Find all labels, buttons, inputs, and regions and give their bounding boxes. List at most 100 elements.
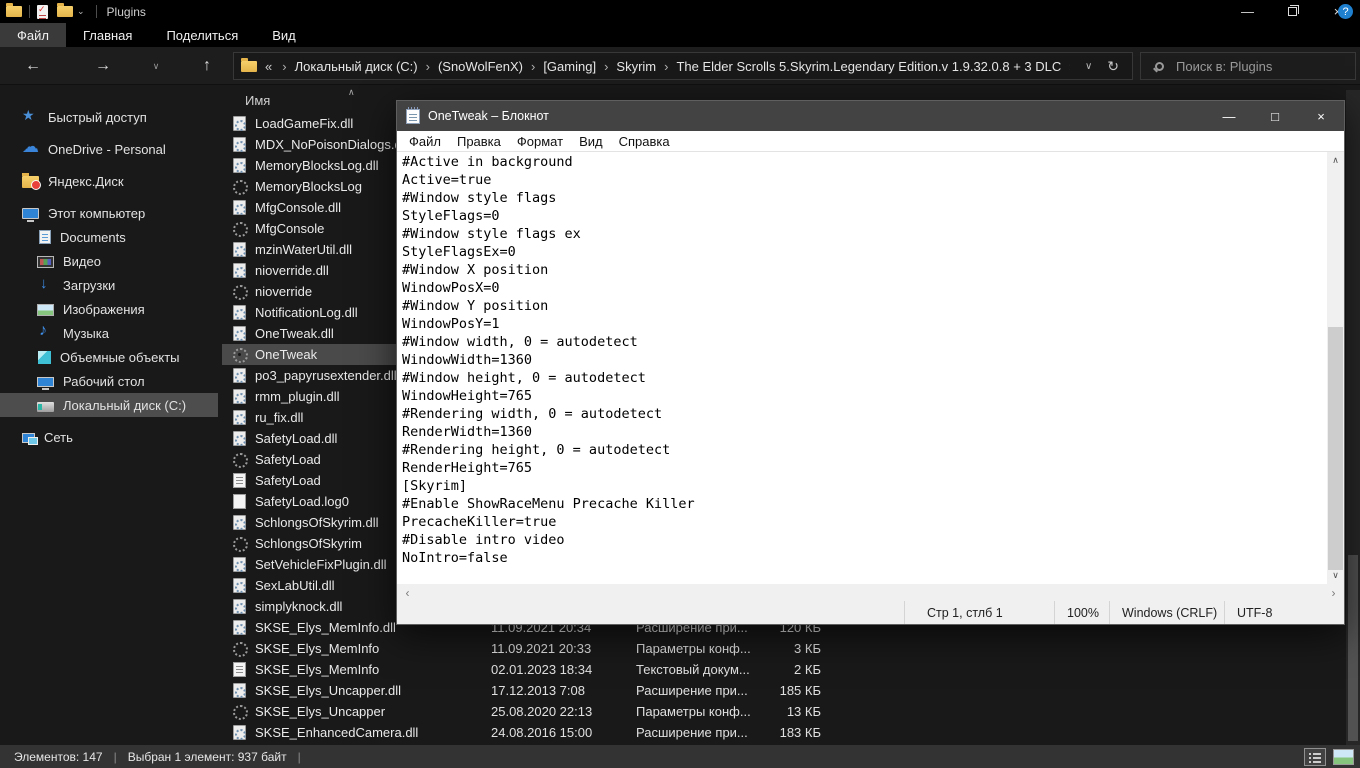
quick-access-new-folder-icon[interactable] [57, 6, 73, 17]
up-button[interactable]: ↑ [192, 47, 222, 85]
notepad-menu-item[interactable]: Правка [449, 134, 509, 149]
config-icon [233, 452, 246, 467]
column-header-name[interactable]: Имя [245, 93, 270, 108]
quick-access-dropdown-icon[interactable]: ⌄ [77, 6, 85, 17]
back-button[interactable]: ← [18, 47, 48, 85]
breadcrumb-segment[interactable]: ›(SnoWolFenX) [418, 59, 523, 74]
sidebar-item[interactable]: Видео [0, 249, 218, 273]
quick-access-properties-icon[interactable] [37, 5, 48, 19]
notepad-vertical-scrollbar[interactable]: ∧ ∨ [1327, 152, 1344, 584]
sidebar-item[interactable]: Изображения [0, 297, 218, 321]
sidebar-item-label: Изображения [63, 302, 145, 317]
explorer-window-title: Plugins [107, 5, 146, 19]
sidebar-item[interactable]: Музыка [0, 321, 218, 345]
file-row[interactable]: SKSE_EnhancedCamera.dll 24.08.2016 15:00… [222, 722, 834, 743]
notepad-window-title: OneTweak – Блокнот [428, 109, 549, 123]
scroll-up-icon[interactable]: ∧ [1327, 152, 1344, 169]
explorer-minimize-button[interactable]: — [1225, 0, 1270, 23]
help-icon[interactable]: ? [1338, 4, 1353, 19]
notepad-text-line: #Rendering width, 0 = autodetect [402, 405, 1327, 423]
address-dropdown-icon[interactable]: ∨ [1070, 61, 1107, 72]
video-icon [37, 256, 54, 268]
dll-icon [233, 431, 246, 446]
search-input[interactable]: Поиск в: Plugins [1140, 52, 1356, 80]
recent-locations-dropdown-icon[interactable]: ∨ [146, 47, 166, 85]
breadcrumb-segment[interactable]: ›Data [1061, 59, 1070, 74]
titlebar-separator [96, 5, 97, 18]
scroll-left-icon[interactable]: ‹ [399, 584, 416, 601]
ribbon-tab[interactable]: Файл [0, 23, 66, 47]
config-icon [233, 347, 246, 362]
forward-button[interactable]: → [88, 47, 118, 85]
notepad-minimize-button[interactable]: — [1206, 101, 1252, 131]
breadcrumb-segment[interactable]: ›[Gaming] [523, 59, 596, 74]
ribbon-tab[interactable]: Вид [255, 23, 313, 47]
sidebar-item[interactable]: Загрузки [0, 273, 218, 297]
sidebar-item[interactable]: Локальный диск (C:) [0, 393, 218, 417]
file-name: MfgConsole.dll [255, 200, 341, 215]
breadcrumb-segment[interactable]: ›Локальный диск (C:) [274, 59, 417, 74]
sort-ascending-icon[interactable]: ∧ [348, 87, 355, 98]
notepad-text-area[interactable]: #Active in background Active=true #Windo… [397, 152, 1327, 584]
titlebar-separator [29, 5, 30, 18]
sidebar-item-label: Видео [63, 254, 101, 269]
sidebar-item[interactable]: Объемные объекты [0, 345, 218, 369]
explorer-restore-button[interactable] [1270, 0, 1315, 23]
notepad-horizontal-scrollbar[interactable]: ‹ › [397, 584, 1344, 601]
sidebar-item-label: Яндекс.Диск [48, 174, 124, 189]
sidebar-item-label: Локальный диск (C:) [63, 398, 186, 413]
thumbnails-view-icon[interactable] [1333, 749, 1354, 765]
breadcrumb-overflow-indicator[interactable]: « [265, 59, 272, 74]
scroll-right-icon[interactable]: › [1325, 584, 1342, 601]
file-name: MDX_NoPoisonDialogs.dll [255, 137, 407, 152]
dll-icon [233, 683, 246, 698]
file-row[interactable]: SKSE_Elys_MemInfo 11.09.2021 20:33 Парам… [222, 638, 834, 659]
explorer-scrollbar-thumb[interactable] [1348, 555, 1358, 741]
notepad-titlebar[interactable]: OneTweak – Блокнот — □ × [397, 101, 1344, 131]
sidebar-item[interactable]: OneDrive - Personal [0, 137, 218, 161]
desktop-icon [37, 377, 54, 387]
file-name: simplyknock.dll [255, 599, 342, 614]
file-name: OneTweak [255, 347, 317, 362]
sidebar-item[interactable]: Documents [0, 225, 218, 249]
notepad-maximize-button[interactable]: □ [1252, 101, 1298, 131]
details-view-icon[interactable] [1304, 748, 1326, 766]
file-row[interactable]: SKSE_Elys_Uncapper.dll 17.12.2013 7:08 Р… [222, 680, 834, 701]
address-bar[interactable]: « ›Локальный диск (C:) ›(SnoWolFenX) ›[G… [233, 52, 1133, 80]
music-icon [37, 325, 54, 341]
file-name: MemoryBlocksLog.dll [255, 158, 379, 173]
file-name: NotificationLog.dll [255, 305, 358, 320]
sidebar-item[interactable]: Быстрый доступ [0, 105, 218, 129]
sidebar-item[interactable]: Этот компьютер [0, 201, 218, 225]
notepad-text-line: #Window style flags ex [402, 225, 1327, 243]
file-row[interactable]: SKSE_Elys_MemInfo 02.01.2023 18:34 Текст… [222, 659, 834, 680]
breadcrumb-segment[interactable]: ›The Elder Scrolls 5.Skyrim.Legendary Ed… [656, 59, 1061, 74]
sidebar-item[interactable]: Яндекс.Диск [0, 169, 218, 193]
ribbon-tab[interactable]: Главная [66, 23, 149, 47]
file-name: SetVehicleFixPlugin.dll [255, 557, 387, 572]
refresh-icon[interactable]: ↻ [1107, 58, 1132, 75]
notepad-menu-item[interactable]: Формат [509, 134, 571, 149]
file-row[interactable]: SKSE_Elys_Uncapper 25.08.2020 22:13 Пара… [222, 701, 834, 722]
notepad-text-line: RenderWidth=1360 [402, 423, 1327, 441]
sidebar-item[interactable]: Рабочий стол [0, 369, 218, 393]
notepad-scrollbar-thumb[interactable] [1328, 327, 1343, 570]
notepad-menu-item[interactable]: Файл [401, 134, 449, 149]
chevron-right-icon: › [656, 59, 676, 74]
notepad-menu-item[interactable]: Справка [611, 134, 678, 149]
chevron-right-icon: › [274, 59, 294, 74]
dll-icon [233, 620, 246, 635]
sidebar-item-label: Быстрый доступ [48, 110, 147, 125]
scroll-down-icon[interactable]: ∨ [1327, 567, 1344, 584]
explorer-scrollbar[interactable] [1346, 90, 1360, 745]
file-name: SKSE_Elys_Uncapper.dll [255, 683, 401, 698]
file-name: SKSE_Elys_Uncapper [255, 704, 385, 719]
dll-icon [233, 200, 246, 215]
ribbon-tab[interactable]: Поделиться [149, 23, 255, 47]
disk-icon [37, 402, 54, 412]
breadcrumb-segment[interactable]: ›Skyrim [596, 59, 656, 74]
notepad-close-button[interactable]: × [1298, 101, 1344, 131]
notepad-menu-item[interactable]: Вид [571, 134, 611, 149]
statusbar-separator: | [298, 750, 301, 764]
sidebar-item[interactable]: Сеть [0, 425, 218, 449]
